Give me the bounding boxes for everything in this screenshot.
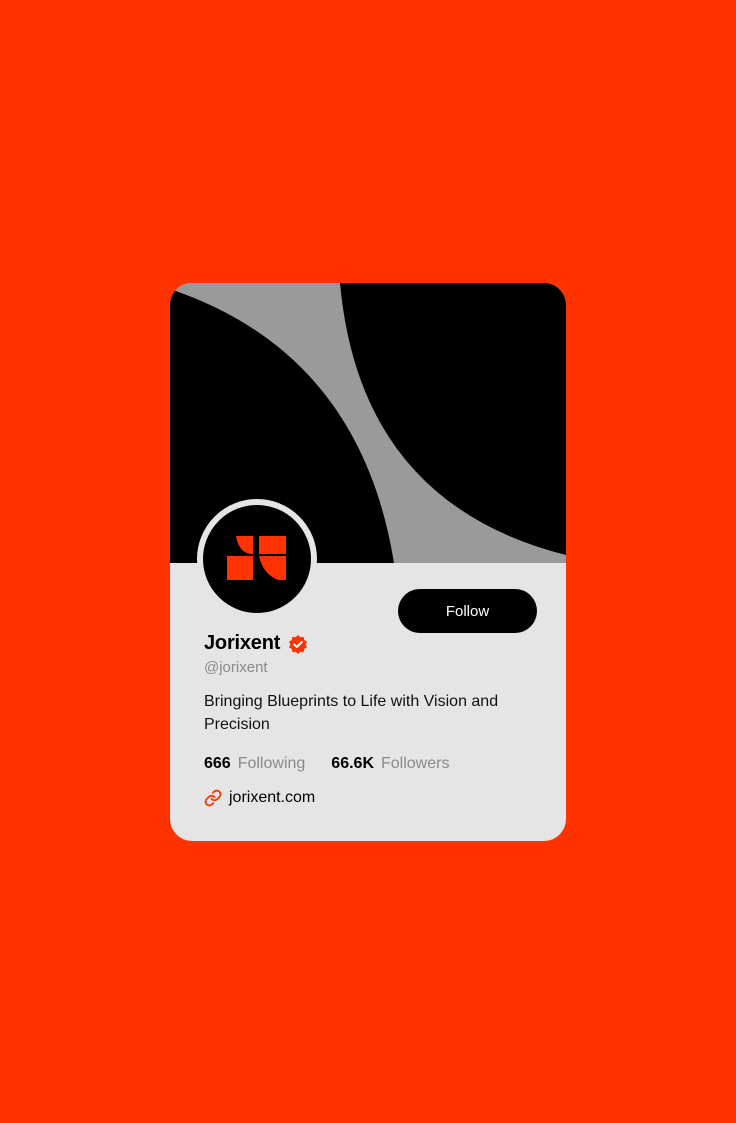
website-link[interactable]: jorixent.com <box>204 789 315 807</box>
followers-label[interactable]: Followers <box>381 755 449 773</box>
verified-badge-icon <box>289 634 308 654</box>
link-icon <box>204 789 222 807</box>
following-count[interactable]: 666 <box>204 755 231 773</box>
avatar[interactable] <box>197 499 317 619</box>
profile-handle: @jorixent <box>204 659 268 676</box>
profile-name: Jorixent <box>204 632 281 654</box>
name-row: Jorixent <box>204 632 308 655</box>
following-label[interactable]: Following <box>238 755 306 773</box>
profile-bio: Bringing Blueprints to Life with Vision … <box>204 693 499 733</box>
brand-logo-icon <box>227 536 286 580</box>
profile-card: Follow Jorixent @jorixent Bringing Bluep… <box>170 283 566 841</box>
followers-count[interactable]: 66.6K <box>331 755 374 773</box>
follow-button[interactable]: Follow <box>398 589 537 633</box>
profile-stats: 666 Following 66.6K Followers <box>204 755 449 773</box>
website-link-text[interactable]: jorixent.com <box>229 789 315 807</box>
